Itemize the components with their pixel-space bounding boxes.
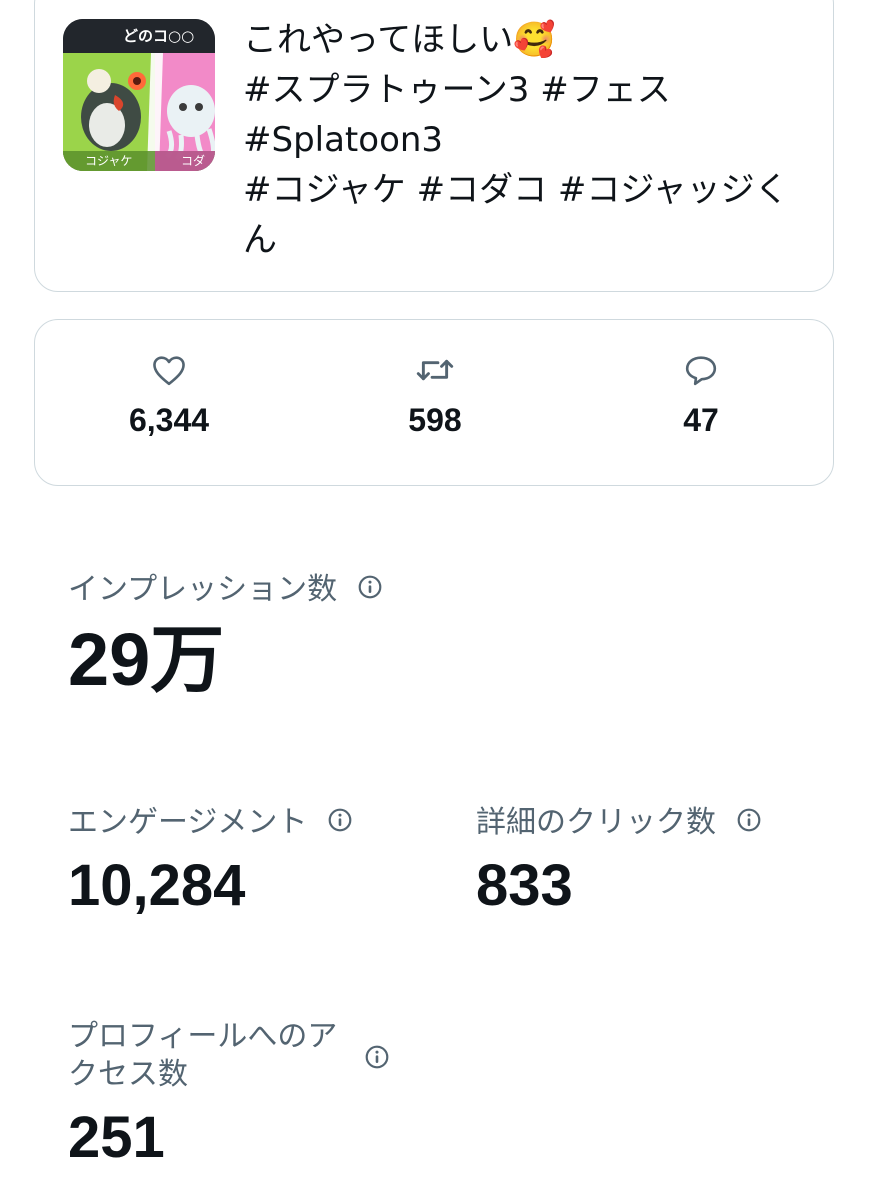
impressions-value: 29万 [68, 618, 225, 701]
replies-stat[interactable]: 47 [611, 354, 791, 440]
likes-stat[interactable]: 6,344 [79, 354, 259, 440]
quoted-tweet-card[interactable]: どのコ○○ コジャケ コダ これやってほしい🥰 #スプラトゥーン3 #フェス #… [34, 0, 834, 292]
tweet-hashtags-line[interactable]: #コジャケ #コダコ #コジャッジくん [243, 165, 818, 265]
thumbnail-left-label: コジャケ [85, 154, 133, 168]
reply-icon [685, 356, 717, 386]
retweet-icon [416, 359, 454, 381]
profile-visits-value: 251 [68, 1105, 165, 1170]
thumbnail-right-label: コダ [181, 154, 206, 168]
detail-clicks-label: 詳細のクリック数 [476, 805, 762, 842]
impressions-label: インプレッション数 [68, 572, 383, 609]
tweet-text: これやってほしい🥰 #スプラトゥーン3 #フェス #Splatoon3 #コジャ… [243, 15, 818, 265]
engagements-label: エンゲージメント [68, 805, 353, 842]
tweet-thumbnail[interactable]: どのコ○○ コジャケ コダ [63, 19, 215, 171]
info-icon[interactable] [357, 573, 383, 609]
tweet-hashtags-line[interactable]: #Splatoon3 [243, 115, 818, 165]
retweets-stat[interactable]: 598 [345, 354, 525, 440]
profile-visits-label: プロフィールへのアクセス数 [68, 1019, 338, 1092]
info-icon[interactable] [364, 1044, 390, 1074]
tweet-line: これやってほしい🥰 [243, 20, 556, 60]
replies-count: 47 [683, 402, 719, 438]
tweet-hashtags-line[interactable]: #スプラトゥーン3 #フェス [243, 65, 818, 115]
heart-icon [153, 356, 185, 386]
detail-clicks-value: 833 [476, 853, 573, 918]
engagement-stats-card: 6,344 598 47 [34, 319, 834, 486]
likes-count: 6,344 [128, 402, 210, 438]
thumbnail-banner-text: どのコ○○ [123, 27, 195, 45]
retweets-count: 598 [408, 402, 462, 438]
engagements-value: 10,284 [68, 853, 246, 918]
info-icon[interactable] [327, 806, 353, 842]
info-icon[interactable] [736, 806, 762, 842]
